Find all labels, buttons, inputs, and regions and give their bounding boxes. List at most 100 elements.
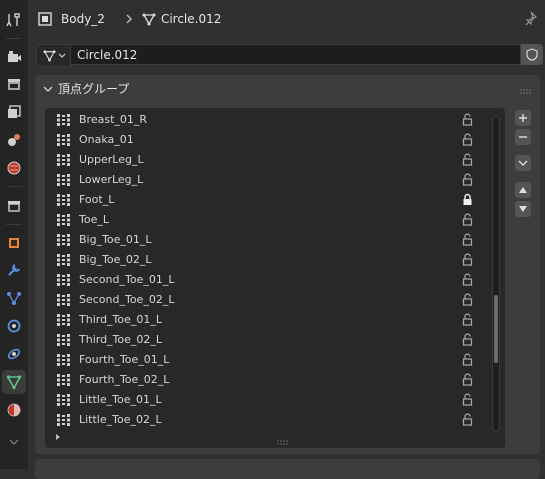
lock-open-icon[interactable]: [462, 153, 473, 169]
object-name: Body_2: [61, 12, 105, 26]
plus-icon: [518, 113, 528, 123]
vertex-group-name[interactable]: Little_Toe_01_L: [79, 393, 162, 406]
breadcrumb-separator-icon: [125, 14, 133, 24]
panel-header[interactable]: 頂点グループ: [43, 80, 129, 97]
view-layer-icon[interactable]: [2, 100, 26, 124]
lock-open-icon[interactable]: [462, 133, 473, 149]
vertex-group-row[interactable]: Fourth_Toe_01_L: [45, 350, 505, 370]
lock-open-icon[interactable]: [462, 173, 473, 189]
vertex-group-row[interactable]: Toe_L: [45, 210, 505, 230]
material-icon[interactable]: [2, 398, 26, 422]
vertex-group-name[interactable]: LowerLeg_L: [79, 173, 143, 186]
remove-vertex-group-button[interactable]: [515, 129, 531, 145]
next-panel-header[interactable]: [35, 459, 540, 479]
lock-open-icon[interactable]: [462, 413, 473, 429]
vertex-group-name[interactable]: Toe_L: [79, 213, 109, 226]
vertex-group-row[interactable]: Second_Toe_02_L: [45, 290, 505, 310]
vertex-group-row[interactable]: Big_Toe_02_L: [45, 250, 505, 270]
vertex-group-name[interactable]: Third_Toe_01_L: [79, 313, 162, 326]
vertex-group-list: Breast_01_R Onaka_01 UpperLeg_L LowerLeg_L F…: [45, 108, 505, 448]
vertex-group-name[interactable]: UpperLeg_L: [79, 153, 144, 166]
vertex-group-icon: [57, 314, 71, 329]
lock-closed-icon[interactable]: [462, 193, 473, 209]
list-filter-toggle-icon[interactable]: [54, 431, 62, 444]
lock-open-icon[interactable]: [462, 373, 473, 389]
datablock-browse-button[interactable]: [36, 44, 72, 67]
vertex-group-row[interactable]: Little_Toe_02_L: [45, 410, 505, 430]
vertex-group-row[interactable]: UpperLeg_L: [45, 150, 505, 170]
vertex-group-name[interactable]: Big_Toe_01_L: [79, 233, 152, 246]
vertex-group-row[interactable]: Breast_01_R: [45, 110, 505, 130]
vertex-group-row[interactable]: Big_Toe_01_L: [45, 230, 505, 250]
vertex-group-name[interactable]: Onaka_01: [79, 133, 134, 146]
chevron-down-icon: [43, 84, 53, 94]
lock-open-icon[interactable]: [462, 333, 473, 349]
constraints-icon[interactable]: [2, 342, 26, 366]
add-vertex-group-button[interactable]: [515, 110, 531, 126]
output-icon[interactable]: [2, 72, 26, 96]
shield-icon: [526, 48, 538, 61]
vertex-group-row[interactable]: Fourth_Toe_02_L: [45, 370, 505, 390]
vertex-group-icon: [57, 134, 71, 149]
mesh-datablock-selector: Circle.012: [36, 44, 545, 67]
triangle-down-icon: [518, 204, 528, 214]
scene-icon[interactable]: [2, 128, 26, 152]
chevron-down-icon: [518, 158, 528, 168]
vertex-group-row[interactable]: Second_Toe_01_L: [45, 270, 505, 290]
lock-open-icon[interactable]: [462, 213, 473, 229]
chevron-down-icon: [58, 52, 66, 60]
vertex-group-icon: [57, 234, 71, 249]
world-icon[interactable]: [2, 156, 26, 180]
breadcrumb-mesh: Circle.012: [142, 12, 221, 26]
vertex-group-name[interactable]: Second_Toe_02_L: [79, 293, 174, 306]
lock-open-icon[interactable]: [462, 113, 473, 129]
tool-icon[interactable]: [2, 8, 26, 32]
lock-open-icon[interactable]: [462, 253, 473, 269]
vertex-group-name[interactable]: Breast_01_R: [79, 113, 147, 126]
vertex-group-icon: [57, 114, 71, 129]
vertex-group-icon: [57, 374, 71, 389]
vertex-group-row[interactable]: LowerLeg_L: [45, 170, 505, 190]
vertex-group-name[interactable]: Fourth_Toe_02_L: [79, 373, 169, 386]
list-resize-grip-icon[interactable]: [277, 435, 289, 448]
lock-open-icon[interactable]: [462, 393, 473, 409]
datablock-name-field[interactable]: Circle.012: [70, 44, 521, 65]
breadcrumb-object: Body_2: [38, 12, 105, 26]
vertex-group-name[interactable]: Little_Toe_02_L: [79, 413, 162, 426]
vertex-group-name[interactable]: Second_Toe_01_L: [79, 273, 174, 286]
object-icon[interactable]: [2, 231, 26, 255]
mesh-data-icon: [42, 49, 56, 62]
drag-grip-icon[interactable]: [520, 85, 532, 98]
modifier-icon[interactable]: [2, 258, 26, 282]
vertex-group-row[interactable]: Little_Toe_01_L: [45, 390, 505, 410]
vertex-group-row[interactable]: Third_Toe_01_L: [45, 310, 505, 330]
vertex-group-icon: [57, 254, 71, 269]
lock-open-icon[interactable]: [462, 273, 473, 289]
panel-title: 頂点グループ: [58, 82, 130, 96]
vertex-group-row[interactable]: Foot_L: [45, 190, 505, 210]
lock-open-icon[interactable]: [462, 353, 473, 369]
move-down-button[interactable]: [515, 201, 531, 217]
particles-icon[interactable]: [2, 286, 26, 310]
vertex-group-name[interactable]: Third_Toe_02_L: [79, 333, 162, 346]
object-frame-icon: [38, 12, 52, 26]
lock-open-icon[interactable]: [462, 293, 473, 309]
pin-icon[interactable]: [523, 11, 537, 28]
vertex-groups-panel: 頂点グループ Breast_01_R Onaka_01 UpperLeg_L Lowe…: [35, 75, 540, 454]
mesh-data-icon[interactable]: [2, 370, 26, 394]
collection-icon[interactable]: [2, 194, 26, 218]
vertex-group-name[interactable]: Foot_L: [79, 193, 114, 206]
render-icon[interactable]: [2, 45, 26, 69]
fake-user-button[interactable]: [521, 44, 543, 65]
move-up-button[interactable]: [515, 182, 531, 198]
chevron-down-icon[interactable]: [2, 430, 26, 454]
vertex-group-row[interactable]: Onaka_01: [45, 130, 505, 150]
vertex-group-icon: [57, 354, 71, 369]
vertex-group-name[interactable]: Big_Toe_02_L: [79, 253, 152, 266]
lock-open-icon[interactable]: [462, 233, 473, 249]
vertex-group-name[interactable]: Fourth_Toe_01_L: [79, 353, 169, 366]
lock-open-icon[interactable]: [462, 313, 473, 329]
physics-icon[interactable]: [2, 314, 26, 338]
vertex-group-row[interactable]: Third_Toe_02_L: [45, 330, 505, 350]
specials-menu-button[interactable]: [515, 155, 531, 171]
